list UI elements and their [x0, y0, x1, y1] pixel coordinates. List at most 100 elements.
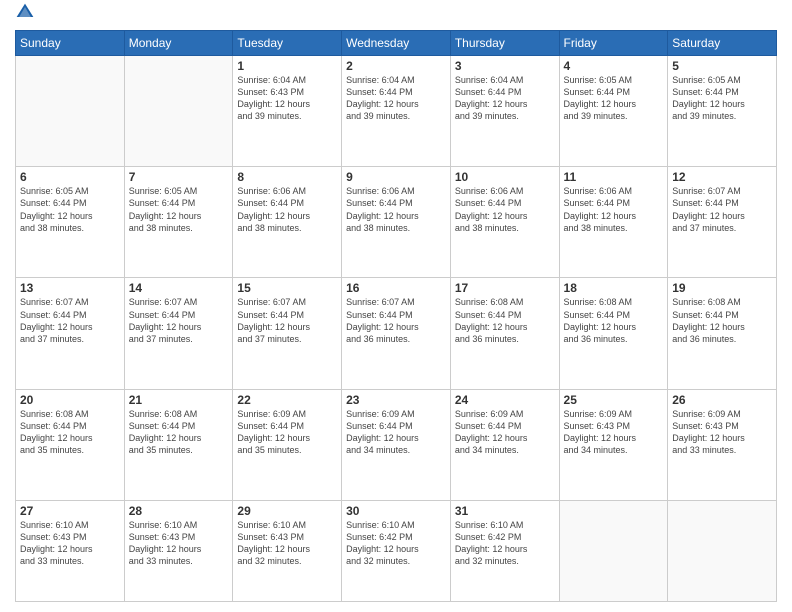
- calendar-cell: [124, 56, 233, 167]
- day-number: 28: [129, 504, 229, 518]
- calendar-cell: 25Sunrise: 6:09 AM Sunset: 6:43 PM Dayli…: [559, 389, 668, 500]
- day-number: 16: [346, 281, 446, 295]
- calendar-cell: 3Sunrise: 6:04 AM Sunset: 6:44 PM Daylig…: [450, 56, 559, 167]
- calendar-cell: 22Sunrise: 6:09 AM Sunset: 6:44 PM Dayli…: [233, 389, 342, 500]
- page: SundayMondayTuesdayWednesdayThursdayFrid…: [0, 0, 792, 612]
- calendar-cell: 26Sunrise: 6:09 AM Sunset: 6:43 PM Dayli…: [668, 389, 777, 500]
- day-info: Sunrise: 6:07 AM Sunset: 6:44 PM Dayligh…: [129, 296, 229, 345]
- day-number: 13: [20, 281, 120, 295]
- calendar-cell: 10Sunrise: 6:06 AM Sunset: 6:44 PM Dayli…: [450, 167, 559, 278]
- day-info: Sunrise: 6:05 AM Sunset: 6:44 PM Dayligh…: [672, 74, 772, 123]
- day-number: 31: [455, 504, 555, 518]
- day-number: 7: [129, 170, 229, 184]
- day-info: Sunrise: 6:07 AM Sunset: 6:44 PM Dayligh…: [20, 296, 120, 345]
- calendar-cell: 8Sunrise: 6:06 AM Sunset: 6:44 PM Daylig…: [233, 167, 342, 278]
- day-info: Sunrise: 6:09 AM Sunset: 6:44 PM Dayligh…: [455, 408, 555, 457]
- calendar-cell: 2Sunrise: 6:04 AM Sunset: 6:44 PM Daylig…: [342, 56, 451, 167]
- day-number: 4: [564, 59, 664, 73]
- day-number: 8: [237, 170, 337, 184]
- day-info: Sunrise: 6:08 AM Sunset: 6:44 PM Dayligh…: [455, 296, 555, 345]
- calendar-cell: 17Sunrise: 6:08 AM Sunset: 6:44 PM Dayli…: [450, 278, 559, 389]
- calendar-cell: 23Sunrise: 6:09 AM Sunset: 6:44 PM Dayli…: [342, 389, 451, 500]
- calendar-cell: 27Sunrise: 6:10 AM Sunset: 6:43 PM Dayli…: [16, 500, 125, 601]
- day-header-wednesday: Wednesday: [342, 31, 451, 56]
- calendar-cell: 29Sunrise: 6:10 AM Sunset: 6:43 PM Dayli…: [233, 500, 342, 601]
- day-info: Sunrise: 6:08 AM Sunset: 6:44 PM Dayligh…: [564, 296, 664, 345]
- day-info: Sunrise: 6:07 AM Sunset: 6:44 PM Dayligh…: [672, 185, 772, 234]
- day-info: Sunrise: 6:10 AM Sunset: 6:42 PM Dayligh…: [455, 519, 555, 568]
- day-number: 27: [20, 504, 120, 518]
- day-number: 9: [346, 170, 446, 184]
- calendar-week-2: 6Sunrise: 6:05 AM Sunset: 6:44 PM Daylig…: [16, 167, 777, 278]
- calendar-cell: [559, 500, 668, 601]
- calendar-cell: 20Sunrise: 6:08 AM Sunset: 6:44 PM Dayli…: [16, 389, 125, 500]
- day-info: Sunrise: 6:05 AM Sunset: 6:44 PM Dayligh…: [20, 185, 120, 234]
- calendar-cell: [16, 56, 125, 167]
- logo-icon: [15, 2, 35, 22]
- day-info: Sunrise: 6:04 AM Sunset: 6:44 PM Dayligh…: [346, 74, 446, 123]
- day-info: Sunrise: 6:05 AM Sunset: 6:44 PM Dayligh…: [129, 185, 229, 234]
- calendar-cell: 12Sunrise: 6:07 AM Sunset: 6:44 PM Dayli…: [668, 167, 777, 278]
- day-number: 5: [672, 59, 772, 73]
- calendar-cell: 24Sunrise: 6:09 AM Sunset: 6:44 PM Dayli…: [450, 389, 559, 500]
- day-info: Sunrise: 6:10 AM Sunset: 6:43 PM Dayligh…: [20, 519, 120, 568]
- day-info: Sunrise: 6:08 AM Sunset: 6:44 PM Dayligh…: [129, 408, 229, 457]
- day-info: Sunrise: 6:10 AM Sunset: 6:43 PM Dayligh…: [237, 519, 337, 568]
- day-number: 12: [672, 170, 772, 184]
- calendar-cell: 21Sunrise: 6:08 AM Sunset: 6:44 PM Dayli…: [124, 389, 233, 500]
- logo: [15, 10, 39, 22]
- day-header-friday: Friday: [559, 31, 668, 56]
- day-number: 3: [455, 59, 555, 73]
- day-info: Sunrise: 6:06 AM Sunset: 6:44 PM Dayligh…: [564, 185, 664, 234]
- calendar-cell: 4Sunrise: 6:05 AM Sunset: 6:44 PM Daylig…: [559, 56, 668, 167]
- calendar-cell: 6Sunrise: 6:05 AM Sunset: 6:44 PM Daylig…: [16, 167, 125, 278]
- calendar-cell: 30Sunrise: 6:10 AM Sunset: 6:42 PM Dayli…: [342, 500, 451, 601]
- day-header-monday: Monday: [124, 31, 233, 56]
- calendar-cell: 31Sunrise: 6:10 AM Sunset: 6:42 PM Dayli…: [450, 500, 559, 601]
- day-number: 20: [20, 393, 120, 407]
- calendar-cell: 9Sunrise: 6:06 AM Sunset: 6:44 PM Daylig…: [342, 167, 451, 278]
- calendar-cell: 15Sunrise: 6:07 AM Sunset: 6:44 PM Dayli…: [233, 278, 342, 389]
- calendar: SundayMondayTuesdayWednesdayThursdayFrid…: [15, 30, 777, 602]
- day-number: 29: [237, 504, 337, 518]
- day-info: Sunrise: 6:07 AM Sunset: 6:44 PM Dayligh…: [346, 296, 446, 345]
- calendar-cell: 18Sunrise: 6:08 AM Sunset: 6:44 PM Dayli…: [559, 278, 668, 389]
- day-number: 1: [237, 59, 337, 73]
- day-info: Sunrise: 6:10 AM Sunset: 6:43 PM Dayligh…: [129, 519, 229, 568]
- day-number: 30: [346, 504, 446, 518]
- day-number: 25: [564, 393, 664, 407]
- day-header-saturday: Saturday: [668, 31, 777, 56]
- day-info: Sunrise: 6:05 AM Sunset: 6:44 PM Dayligh…: [564, 74, 664, 123]
- calendar-cell: 28Sunrise: 6:10 AM Sunset: 6:43 PM Dayli…: [124, 500, 233, 601]
- calendar-cell: 11Sunrise: 6:06 AM Sunset: 6:44 PM Dayli…: [559, 167, 668, 278]
- day-number: 10: [455, 170, 555, 184]
- day-info: Sunrise: 6:06 AM Sunset: 6:44 PM Dayligh…: [346, 185, 446, 234]
- day-header-sunday: Sunday: [16, 31, 125, 56]
- calendar-week-5: 27Sunrise: 6:10 AM Sunset: 6:43 PM Dayli…: [16, 500, 777, 601]
- calendar-cell: 13Sunrise: 6:07 AM Sunset: 6:44 PM Dayli…: [16, 278, 125, 389]
- day-number: 26: [672, 393, 772, 407]
- calendar-cell: 7Sunrise: 6:05 AM Sunset: 6:44 PM Daylig…: [124, 167, 233, 278]
- calendar-header-row: SundayMondayTuesdayWednesdayThursdayFrid…: [16, 31, 777, 56]
- day-number: 6: [20, 170, 120, 184]
- day-info: Sunrise: 6:09 AM Sunset: 6:44 PM Dayligh…: [237, 408, 337, 457]
- day-info: Sunrise: 6:09 AM Sunset: 6:43 PM Dayligh…: [564, 408, 664, 457]
- day-number: 22: [237, 393, 337, 407]
- day-info: Sunrise: 6:09 AM Sunset: 6:43 PM Dayligh…: [672, 408, 772, 457]
- day-number: 15: [237, 281, 337, 295]
- day-info: Sunrise: 6:04 AM Sunset: 6:44 PM Dayligh…: [455, 74, 555, 123]
- day-info: Sunrise: 6:06 AM Sunset: 6:44 PM Dayligh…: [455, 185, 555, 234]
- calendar-cell: 1Sunrise: 6:04 AM Sunset: 6:43 PM Daylig…: [233, 56, 342, 167]
- day-number: 23: [346, 393, 446, 407]
- calendar-week-1: 1Sunrise: 6:04 AM Sunset: 6:43 PM Daylig…: [16, 56, 777, 167]
- header: [15, 10, 777, 22]
- day-number: 21: [129, 393, 229, 407]
- day-info: Sunrise: 6:08 AM Sunset: 6:44 PM Dayligh…: [672, 296, 772, 345]
- day-info: Sunrise: 6:07 AM Sunset: 6:44 PM Dayligh…: [237, 296, 337, 345]
- day-info: Sunrise: 6:06 AM Sunset: 6:44 PM Dayligh…: [237, 185, 337, 234]
- day-number: 11: [564, 170, 664, 184]
- day-number: 24: [455, 393, 555, 407]
- calendar-cell: 5Sunrise: 6:05 AM Sunset: 6:44 PM Daylig…: [668, 56, 777, 167]
- calendar-cell: [668, 500, 777, 601]
- calendar-cell: 19Sunrise: 6:08 AM Sunset: 6:44 PM Dayli…: [668, 278, 777, 389]
